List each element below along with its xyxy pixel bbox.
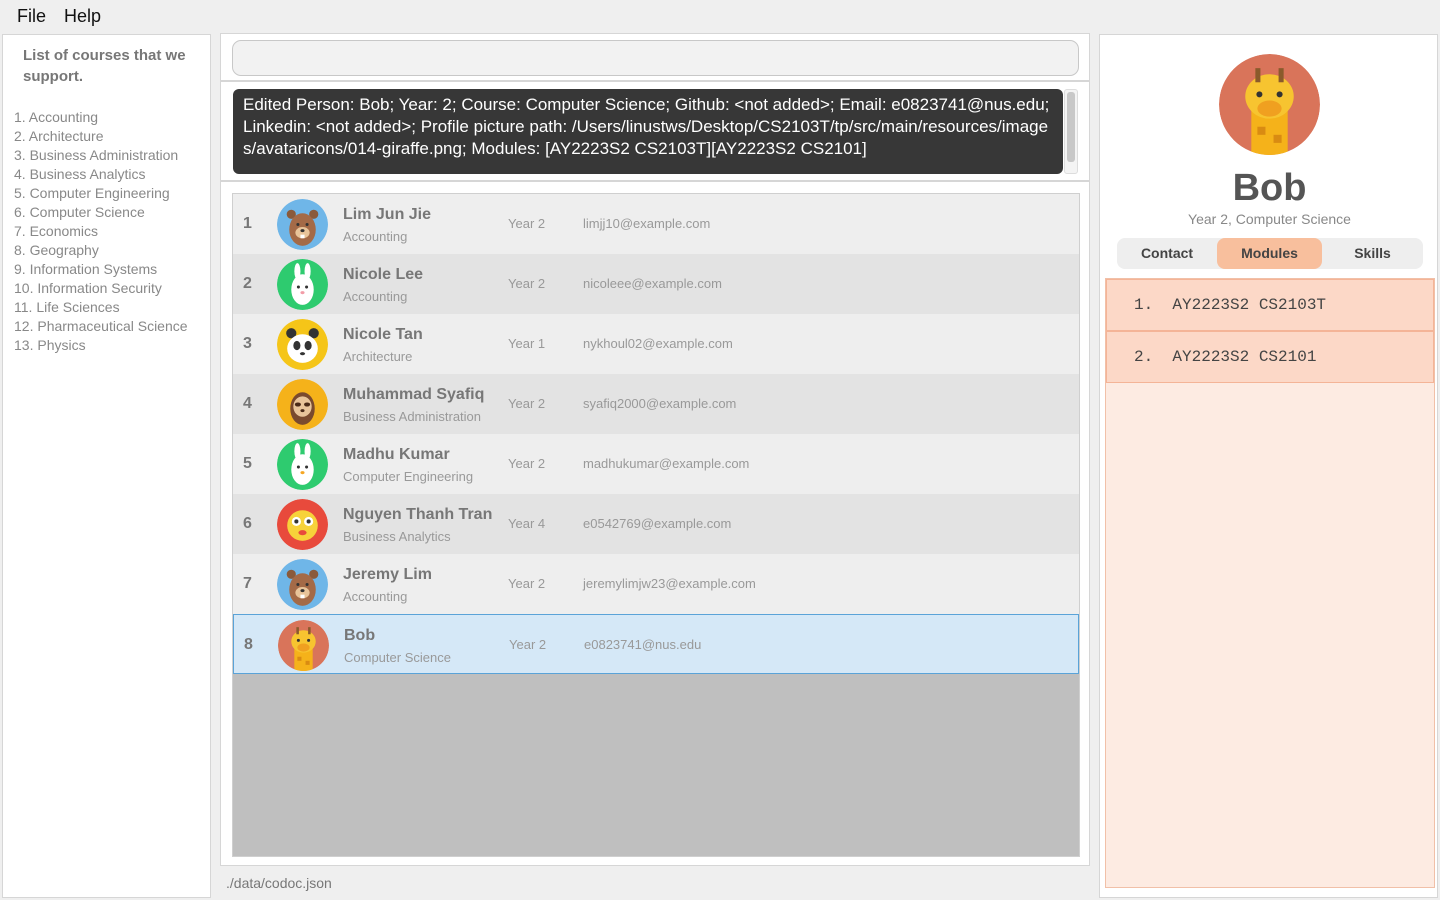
tab-skills[interactable]: Skills <box>1322 238 1423 269</box>
pufferfish-icon <box>277 499 328 550</box>
person-course: Computer Engineering <box>343 469 474 484</box>
person-email: nicoleee@example.com <box>583 276 722 291</box>
detail-name: Bob <box>1232 167 1307 209</box>
person-row[interactable]: 4 Muhammad Syafiq Business Administration… <box>233 374 1079 434</box>
course-item: 1. Accounting <box>14 109 99 125</box>
course-item: 7. Economics <box>14 223 99 239</box>
giraffe-icon <box>278 620 329 671</box>
person-email: madhukumar@example.com <box>583 456 750 471</box>
command-input[interactable] <box>232 40 1079 76</box>
course-item: 12. Pharmaceutical Science <box>14 318 188 334</box>
person-year: Year 2 <box>508 216 546 231</box>
course-item: 11. Life Sciences <box>14 299 120 315</box>
person-email: jeremylimjw23@example.com <box>583 576 756 591</box>
course-item: 5. Computer Engineering <box>14 185 170 201</box>
result-scrollbar-thumb[interactable] <box>1067 92 1075 162</box>
course-item: 3. Business Administration <box>14 147 179 163</box>
person-email: e0823741@nus.edu <box>584 637 702 652</box>
person-course: Accounting <box>343 589 408 604</box>
person-row[interactable]: 5 Madhu Kumar Computer Engineering Year 2 m… <box>233 434 1079 494</box>
beaver-icon <box>277 559 328 610</box>
person-email: syafiq2000@example.com <box>583 396 737 411</box>
result-text: Edited Person: Bob; Year: 2; Course: Com… <box>243 95 1050 158</box>
sloth-icon <box>277 379 328 430</box>
person-index: 4 <box>243 395 252 412</box>
tab-contact[interactable]: Contact <box>1117 238 1217 269</box>
person-year: Year 1 <box>508 336 546 351</box>
person-year: Year 2 <box>508 456 546 471</box>
menu-help[interactable]: Help <box>64 6 101 27</box>
person-index: 2 <box>243 275 252 292</box>
result-display-panel: Edited Person: Bob; Year: 2; Course: Com… <box>220 81 1090 181</box>
person-detail-panel: Bob Year 2, Computer Science Contact Mod… <box>1099 34 1438 898</box>
module-item[interactable]: 1. AY2223S2 CS2103T <box>1106 279 1434 331</box>
person-course: Business Analytics <box>343 529 451 544</box>
module-item[interactable]: 2. AY2223S2 CS2101 <box>1106 331 1434 383</box>
course-list: 1. Accounting 2. Architecture 3. Busines… <box>14 108 188 355</box>
person-list: 1 Lim Jun Jie Accounting Year 2 limjj10@exa… <box>232 193 1080 857</box>
course-item: 8. Geography <box>14 242 99 258</box>
person-name: Nicole Lee <box>343 266 424 283</box>
person-year: Year 2 <box>509 637 547 652</box>
course-item: 2. Architecture <box>14 128 104 144</box>
command-box <box>220 33 1090 81</box>
person-year: Year 2 <box>508 396 546 411</box>
menu-file[interactable]: File <box>17 6 46 27</box>
panda-icon <box>277 319 328 370</box>
menu-bar: File Help <box>0 0 1440 33</box>
rabbit-icon <box>277 259 328 310</box>
course-item: 4. Business Analytics <box>14 166 146 182</box>
course-item: 13. Physics <box>14 337 86 353</box>
person-index: 5 <box>243 455 252 472</box>
person-name: Lim Jun Jie <box>343 206 432 223</box>
person-index: 6 <box>243 515 252 532</box>
person-row[interactable]: 8 Bob Computer Science Year 2 e0823741@nus.… <box>233 614 1079 674</box>
person-email: limjj10@example.com <box>583 216 711 231</box>
person-name: Nicole Tan <box>343 326 423 343</box>
course-list-panel: List of courses that we support. 1. Acco… <box>2 34 211 898</box>
detail-year-course: Year 2, Computer Science <box>1188 211 1351 227</box>
status-bar-file-path: ./data/codoc.json <box>226 875 332 891</box>
person-course: Business Administration <box>343 409 482 424</box>
person-name: Bob <box>344 627 376 644</box>
bear-icon <box>277 199 328 250</box>
result-display[interactable]: Edited Person: Bob; Year: 2; Course: Com… <box>233 89 1063 174</box>
person-year: Year 4 <box>508 516 546 531</box>
result-scrollbar[interactable] <box>1064 89 1078 174</box>
person-course: Computer Science <box>344 650 451 665</box>
course-item: 6. Computer Science <box>14 204 145 220</box>
person-row[interactable]: 1 Lim Jun Jie Accounting Year 2 limjj10@exa… <box>233 194 1079 254</box>
person-row[interactable]: 6 Nguyen Thanh Tran Business Analytics Yea… <box>233 494 1079 554</box>
person-name: Jeremy Lim <box>343 566 432 583</box>
detail-tab-bar: Contact Modules Skills <box>1117 238 1423 269</box>
person-course: Architecture <box>343 349 413 364</box>
course-list-title: List of courses that we support. <box>23 47 186 85</box>
person-course: Accounting <box>343 229 408 244</box>
person-row[interactable]: 2 Nicole Lee Accounting Year 2 nicoleee@exa… <box>233 254 1079 314</box>
person-list-panel: 1 Lim Jun Jie Accounting Year 2 limjj10@exa… <box>220 181 1090 866</box>
person-index: 7 <box>243 575 252 592</box>
person-email: e0542769@example.com <box>583 516 732 531</box>
person-year: Year 2 <box>508 576 546 591</box>
person-index: 1 <box>243 215 252 232</box>
giraffe-icon <box>1219 54 1320 155</box>
person-course: Accounting <box>343 289 408 304</box>
course-item: 9. Information Systems <box>14 261 158 277</box>
person-row[interactable]: 7 Jeremy Lim Accounting Year 2 jeremylimjw2… <box>233 554 1079 614</box>
person-index: 3 <box>243 335 252 352</box>
person-name: Nguyen Thanh Tran <box>343 506 493 523</box>
person-index: 8 <box>244 636 253 653</box>
person-name: Madhu Kumar <box>343 446 450 463</box>
person-year: Year 2 <box>508 276 546 291</box>
course-item: 10. Information Security <box>14 280 162 296</box>
chicken-icon <box>277 439 328 490</box>
tab-modules[interactable]: Modules <box>1217 238 1322 269</box>
person-row[interactable]: 3 Nicole Tan Architecture Year 1 nykhoul02@… <box>233 314 1079 374</box>
modules-list: 1. AY2223S2 CS2103T 2. AY2223S2 CS2101 <box>1105 278 1435 888</box>
person-email: nykhoul02@example.com <box>583 336 733 351</box>
person-name: Muhammad Syafiq <box>343 386 485 403</box>
